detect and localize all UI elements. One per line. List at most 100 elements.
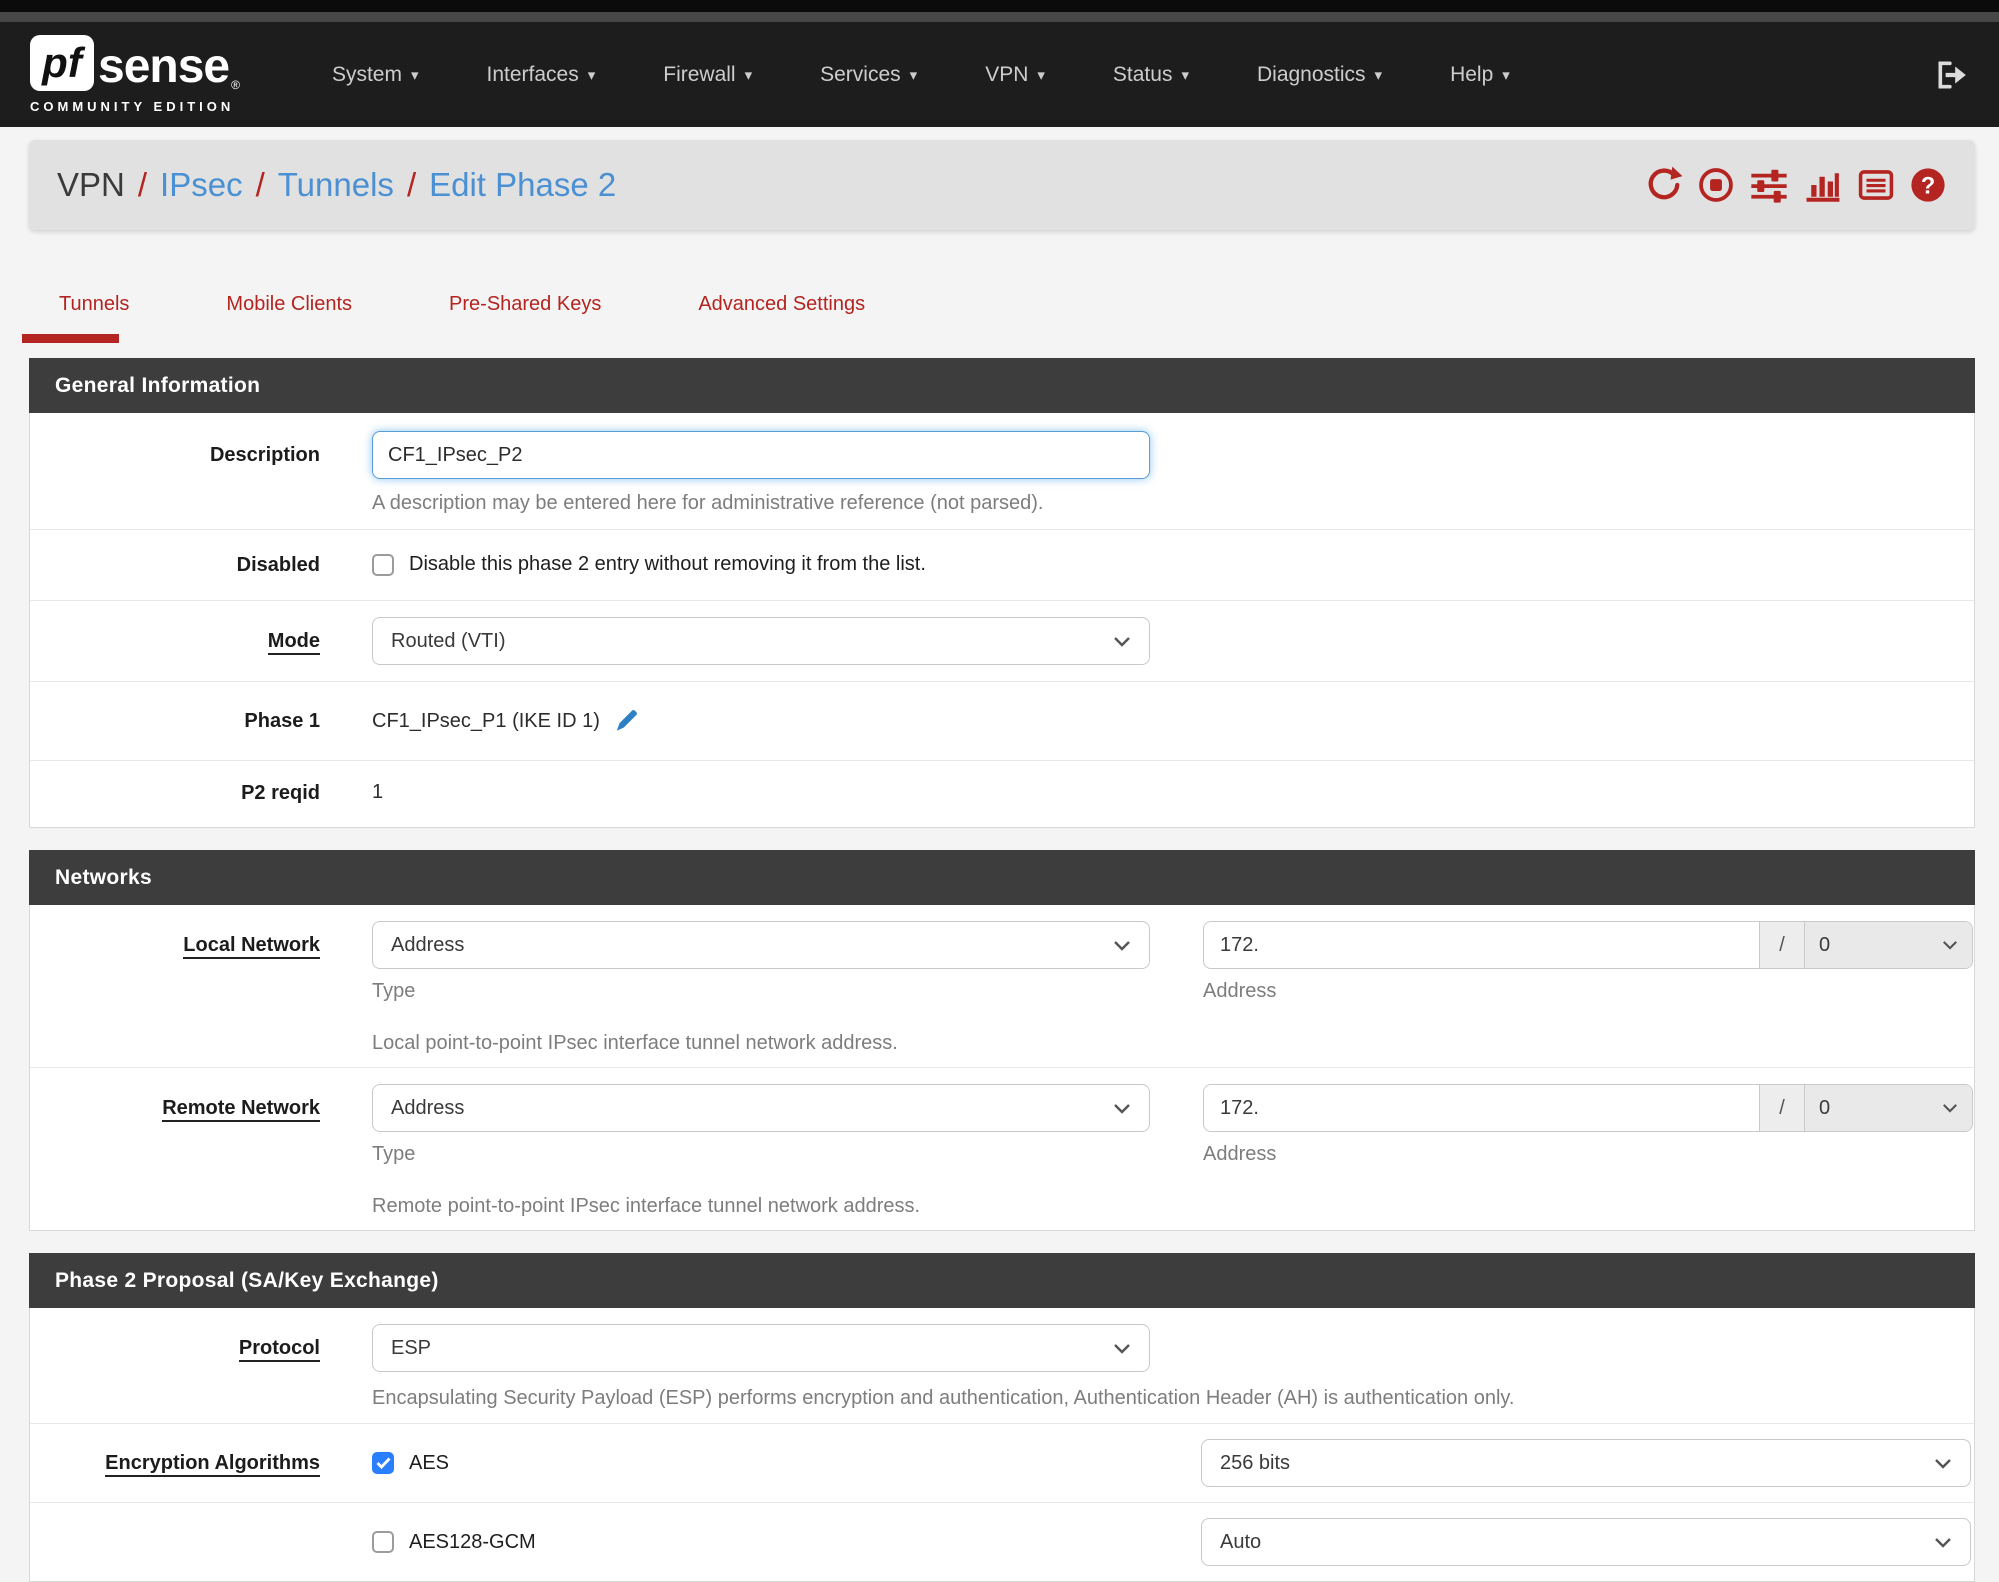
- remote-network-prefix-select[interactable]: 0: [1804, 1085, 1972, 1131]
- breadcrumb: VPN / IPsec / Tunnels / Edit Phase 2: [57, 166, 617, 204]
- sign-out-icon[interactable]: [1935, 58, 1969, 92]
- local-network-type-select[interactable]: Address: [372, 921, 1150, 969]
- svg-text:?: ?: [1921, 172, 1936, 199]
- pfsense-logo[interactable]: pf sense ® COMMUNITY EDITION: [30, 35, 240, 114]
- pencil-icon[interactable]: [612, 707, 640, 735]
- panel-phase2-proposal: Phase 2 Proposal (SA/Key Exchange) Proto…: [29, 1253, 1975, 1582]
- disabled-label: Disabled: [236, 554, 320, 576]
- chevron-down-icon: [1114, 636, 1130, 647]
- phase1-label: Phase 1: [244, 710, 320, 732]
- protocol-row: Protocol ESP Encapsulating Security Payl…: [30, 1308, 1974, 1423]
- chevron-down-icon: ▾: [1181, 66, 1189, 84]
- local-network-help: Local point-to-point IPsec interface tun…: [372, 1032, 898, 1054]
- refresh-icon[interactable]: [1645, 166, 1683, 204]
- type-help: Type: [372, 980, 416, 1002]
- chevron-down-icon: ▾: [587, 66, 596, 84]
- nav-item-interfaces[interactable]: Interfaces ▾: [453, 63, 630, 87]
- nav-item-system[interactable]: System ▾: [298, 63, 453, 87]
- registered-mark: ®: [231, 78, 240, 92]
- chevron-down-icon: ▾: [1037, 66, 1045, 84]
- aes-keylen-select[interactable]: 256 bits: [1201, 1439, 1971, 1487]
- tab-advanced-settings[interactable]: Advanced Settings: [691, 293, 872, 316]
- protocol-help: Encapsulating Security Payload (ESP) per…: [372, 1387, 1515, 1409]
- nav-item-vpn[interactable]: VPN ▾: [951, 63, 1079, 87]
- panel-general-information: General Information Description A descri…: [29, 358, 1975, 828]
- aes-checkbox[interactable]: [372, 1452, 394, 1474]
- aes128-gcm-checkbox-text: AES128-GCM: [409, 1530, 536, 1553]
- local-network-row: Local Network Address 172. / 0 Type Addr…: [30, 905, 1974, 1067]
- chevron-down-icon: [1943, 941, 1957, 950]
- mode-label: Mode: [267, 630, 320, 655]
- panel-title: Networks: [29, 850, 1975, 905]
- sliders-icon[interactable]: [1749, 166, 1789, 204]
- chevron-down-icon: [1114, 1343, 1130, 1354]
- description-input[interactable]: [372, 431, 1150, 479]
- nav-item-help[interactable]: Help ▾: [1416, 63, 1544, 87]
- tab-pre-shared-keys[interactable]: Pre-Shared Keys: [442, 293, 608, 316]
- nav-item-diagnostics[interactable]: Diagnostics ▾: [1223, 63, 1416, 87]
- breadcrumb-root: VPN: [57, 166, 125, 203]
- breadcrumb-actions: ?: [1645, 166, 1947, 204]
- chevron-down-icon: [1935, 1537, 1951, 1548]
- breadcrumb-bar: VPN / IPsec / Tunnels / Edit Phase 2 ?: [29, 140, 1975, 230]
- panel-networks: Networks Local Network Address 172. / 0: [29, 850, 1975, 1231]
- chevron-down-icon: ▾: [1374, 66, 1383, 84]
- aes128-gcm-keylen-select[interactable]: Auto: [1201, 1518, 1971, 1566]
- panel-title: Phase 2 Proposal (SA/Key Exchange): [29, 1253, 1975, 1308]
- breadcrumb-link-tunnels[interactable]: Tunnels: [278, 166, 394, 204]
- aes128-gcm-checkbox[interactable]: [372, 1531, 394, 1553]
- window-top-strip-2: [0, 12, 1999, 22]
- remote-network-row: Remote Network Address 172. / 0 Type Add…: [30, 1067, 1974, 1230]
- logo-edition-label: COMMUNITY EDITION: [30, 99, 235, 114]
- nav-item-firewall[interactable]: Firewall ▾: [629, 63, 786, 87]
- chevron-down-icon: [1935, 1458, 1951, 1469]
- breadcrumb-link-edit-phase2[interactable]: Edit Phase 2: [429, 166, 616, 204]
- local-network-address-input[interactable]: 172.: [1204, 922, 1759, 968]
- slash-addon: /: [1759, 1085, 1804, 1131]
- type-help: Type: [372, 1143, 416, 1165]
- tab-tunnels[interactable]: Tunnels: [21, 293, 136, 343]
- nav-item-services[interactable]: Services ▾: [786, 63, 951, 87]
- p2-reqid-row: P2 reqid 1: [30, 760, 1974, 827]
- local-network-label: Local Network: [183, 934, 320, 959]
- chevron-down-icon: ▾: [909, 66, 918, 84]
- chevron-down-icon: ▾: [744, 66, 753, 84]
- top-navbar: pf sense ® COMMUNITY EDITION System ▾ Int…: [0, 22, 1999, 127]
- local-network-prefix-select[interactable]: 0: [1804, 922, 1972, 968]
- log-icon[interactable]: [1857, 166, 1895, 204]
- remote-network-address-group: 172. / 0: [1203, 1084, 1973, 1132]
- encryption-row-aes128gcm: AES128-GCM Auto: [30, 1502, 1974, 1581]
- disabled-row: Disabled Disable this phase 2 entry with…: [30, 529, 1974, 600]
- chevron-down-icon: ▾: [1502, 66, 1510, 84]
- p2-reqid-value: 1: [372, 781, 384, 803]
- panel-title: General Information: [29, 358, 1975, 413]
- disabled-checkbox-text: Disable this phase 2 entry without remov…: [409, 553, 926, 575]
- protocol-select[interactable]: ESP: [372, 1324, 1150, 1372]
- encryption-row-aes: Encryption Algorithms AES 256 bits: [30, 1423, 1974, 1502]
- remote-network-address-input[interactable]: 172.: [1204, 1085, 1759, 1131]
- breadcrumb-link-ipsec[interactable]: IPsec: [160, 166, 243, 204]
- tab-mobile-clients[interactable]: Mobile Clients: [219, 293, 359, 316]
- remote-network-help: Remote point-to-point IPsec interface tu…: [372, 1195, 921, 1217]
- address-help: Address: [1203, 1143, 1277, 1165]
- nav-item-status[interactable]: Status ▾: [1079, 63, 1223, 87]
- remote-network-label: Remote Network: [162, 1097, 320, 1122]
- phase1-value: CF1_IPsec_P1 (IKE ID 1): [372, 709, 600, 732]
- window-top-strip: [0, 0, 1999, 12]
- description-row: Description A description may be entered…: [30, 413, 1974, 529]
- mode-select[interactable]: Routed (VTI): [372, 617, 1150, 665]
- remote-network-type-select[interactable]: Address: [372, 1084, 1150, 1132]
- stop-icon[interactable]: [1697, 166, 1735, 204]
- disabled-checkbox[interactable]: [372, 553, 394, 576]
- slash-addon: /: [1759, 922, 1804, 968]
- main-menu: System ▾ Interfaces ▾ Firewall ▾ Services ▾ …: [298, 63, 1544, 87]
- chart-icon[interactable]: [1803, 166, 1843, 204]
- description-label: Description: [209, 444, 320, 466]
- description-help: A description may be entered here for ad…: [372, 492, 1044, 514]
- help-icon[interactable]: ?: [1909, 166, 1947, 204]
- address-help: Address: [1203, 980, 1277, 1002]
- check-icon: [376, 1457, 391, 1469]
- phase1-row: Phase 1 CF1_IPsec_P1 (IKE ID 1): [30, 681, 1974, 760]
- chevron-down-icon: [1114, 940, 1130, 951]
- aes-checkbox-text: AES: [409, 1451, 450, 1474]
